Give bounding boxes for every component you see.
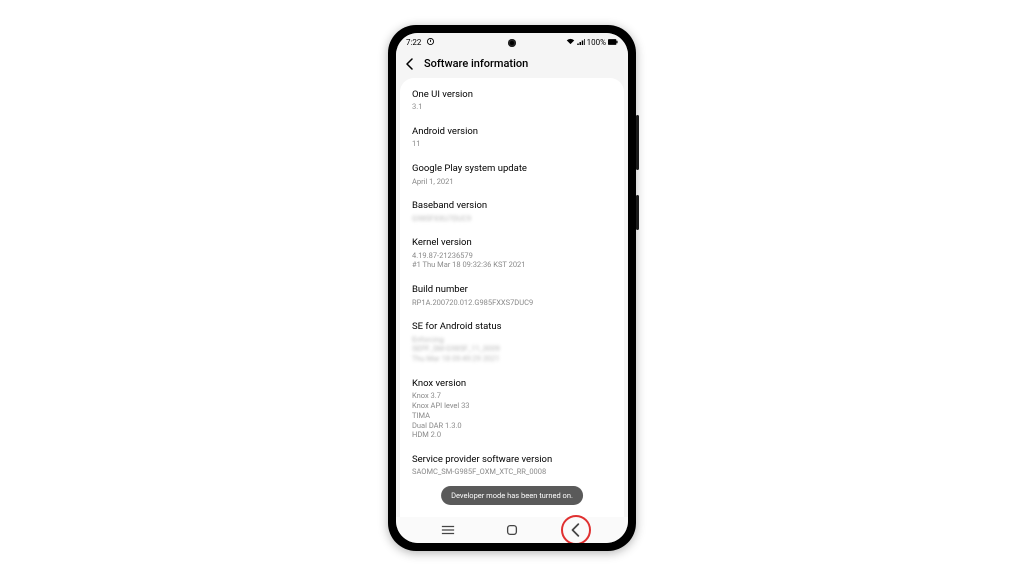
item-value: 11 [412, 139, 612, 149]
item-one-ui-version[interactable]: One UI version 3.1 [400, 82, 624, 119]
item-knox-version[interactable]: Knox version Knox 3.7 Knox API level 33 … [400, 371, 624, 447]
toast-text: Developer mode has been turned on. [451, 491, 573, 500]
battery-percent: 100% [587, 38, 606, 47]
item-title: Knox version [412, 378, 612, 390]
item-title: Android version [412, 126, 612, 138]
wifi-icon [566, 38, 575, 47]
item-android-version[interactable]: Android version 11 [400, 119, 624, 156]
highlight-ring [561, 515, 591, 543]
settings-list: One UI version 3.1 Android version 11 Go… [400, 78, 624, 488]
item-value: 4.19.87-21236579 #1 Thu Mar 18 09:32:36 … [412, 251, 612, 271]
toast-message: Developer mode has been turned on. [441, 486, 583, 505]
item-title: Google Play system update [412, 163, 612, 175]
back-button[interactable] [563, 517, 589, 543]
phone-frame: 7:22 100% [388, 25, 636, 551]
item-se-android-status[interactable]: SE for Android status Enforcing SEPF_SM-… [400, 314, 624, 371]
power-button [636, 195, 639, 230]
item-title: SE for Android status [412, 321, 612, 333]
recents-button[interactable] [435, 517, 461, 543]
item-value: April 1, 2021 [412, 177, 612, 187]
item-title: One UI version [412, 89, 612, 101]
item-value: Enforcing SEPF_SM-G985F_11_0009 Thu Mar … [412, 335, 612, 364]
battery-icon [608, 39, 618, 45]
item-value: Knox 3.7 Knox API level 33 TIMA Dual DAR… [412, 391, 612, 440]
item-baseband-version[interactable]: Baseband version G985FXXU7DUC9 [400, 193, 624, 230]
battery-saver-icon [427, 38, 434, 47]
item-value: RP1A.200720.012.G985FXXS7DUC9 [412, 298, 612, 308]
item-kernel-version[interactable]: Kernel version 4.19.87-21236579 #1 Thu M… [400, 230, 624, 277]
camera-cutout [508, 39, 516, 47]
status-time: 7:22 [406, 38, 421, 47]
item-value: SAOMC_SM-G985F_OXM_XTC_RR_0008 [412, 467, 612, 477]
signal-icon [577, 38, 585, 47]
item-title: Baseband version [412, 200, 612, 212]
back-icon[interactable] [404, 58, 416, 70]
home-button[interactable] [499, 517, 525, 543]
item-value: 3.1 [412, 102, 612, 112]
screen: 7:22 100% [396, 33, 628, 543]
item-title: Service provider software version [412, 454, 612, 466]
page-title: Software information [424, 57, 528, 70]
item-value: G985FXXU7DUC9 [412, 214, 612, 224]
item-service-provider-version[interactable]: Service provider software version SAOMC_… [400, 447, 624, 484]
item-play-system-update[interactable]: Google Play system update April 1, 2021 [400, 156, 624, 193]
navigation-bar [396, 517, 628, 543]
volume-button [636, 115, 639, 170]
content-area[interactable]: One UI version 3.1 Android version 11 Go… [400, 78, 624, 517]
page-header: Software information [396, 51, 628, 78]
item-title: Build number [412, 284, 612, 296]
item-title: Kernel version [412, 237, 612, 249]
item-build-number[interactable]: Build number RP1A.200720.012.G985FXXS7DU… [400, 277, 624, 314]
